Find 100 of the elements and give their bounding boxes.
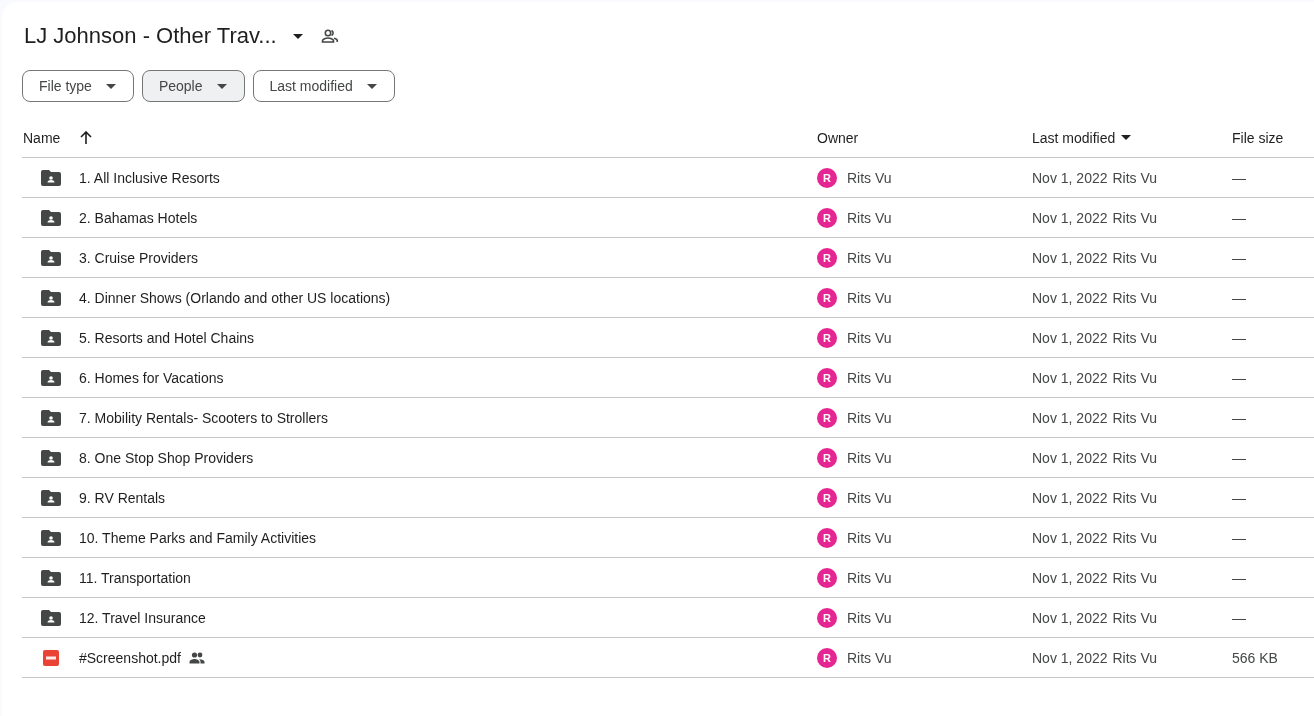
filter-chip[interactable]: People [141, 70, 245, 102]
owner-avatar: R [817, 447, 837, 468]
file-name[interactable]: 8. One Stop Shop Providers [79, 449, 254, 466]
modified-by: Rits Vu [1112, 529, 1158, 546]
file-size: — [1232, 209, 1246, 226]
file-size: — [1232, 249, 1246, 266]
modified-date: Nov 1, 2022 [1032, 649, 1108, 666]
modified-by: Rits Vu [1112, 409, 1158, 426]
column-header[interactable]: Name [23, 129, 61, 146]
shared-folder-icon [40, 289, 61, 306]
modified-date: Nov 1, 2022 [1032, 409, 1108, 426]
owner-name: Rits Vu [847, 329, 892, 346]
modified-date: Nov 1, 2022 [1032, 289, 1108, 306]
modified-by: Rits Vu [1112, 249, 1158, 266]
modified-by: Rits Vu [1112, 329, 1158, 346]
shared-folder-icon [40, 609, 61, 626]
people-icon[interactable] [320, 28, 339, 44]
modified-date: Nov 1, 2022 [1032, 169, 1108, 186]
modified-by: Rits Vu [1112, 209, 1158, 226]
modified-date: Nov 1, 2022 [1032, 529, 1108, 546]
owner-name: Rits Vu [847, 529, 892, 546]
owner-name: Rits Vu [847, 289, 892, 306]
shared-folder-icon [40, 329, 61, 346]
owner-name: Rits Vu [847, 169, 892, 186]
owner-avatar: R [817, 647, 837, 668]
owner-avatar: R [817, 167, 837, 188]
owner-avatar: R [817, 527, 837, 548]
owner-avatar: R [817, 247, 837, 268]
caret-icon [105, 83, 116, 89]
modified-by: Rits Vu [1112, 649, 1158, 666]
shared-folder-icon [40, 529, 61, 546]
file-size: 566 KB [1232, 649, 1278, 666]
owner-avatar: R [817, 607, 837, 628]
owner-name: Rits Vu [847, 569, 892, 586]
file-size: — [1232, 449, 1246, 466]
sort-arrow-up-icon[interactable] [80, 131, 93, 144]
owner-avatar: R [817, 487, 837, 508]
shared-folder-icon [40, 449, 61, 466]
column-header[interactable]: Last modified [1032, 129, 1116, 146]
owner-name: Rits Vu [847, 449, 892, 466]
file-size: — [1232, 489, 1246, 506]
file-size: — [1232, 169, 1246, 186]
modified-by: Rits Vu [1112, 569, 1158, 586]
shared-folder-icon [40, 409, 61, 426]
modified-by: Rits Vu [1112, 289, 1158, 306]
file-size: — [1232, 609, 1246, 626]
file-name[interactable]: 6. Homes for Vacations [79, 369, 224, 386]
modified-date: Nov 1, 2022 [1032, 489, 1108, 506]
modified-date: Nov 1, 2022 [1032, 329, 1108, 346]
owner-name: Rits Vu [847, 249, 892, 266]
file-size: — [1232, 529, 1246, 546]
modified-by: Rits Vu [1112, 489, 1158, 506]
owner-avatar: R [817, 567, 837, 588]
modified-date: Nov 1, 2022 [1032, 209, 1108, 226]
file-name[interactable]: 11. Transportation [79, 569, 191, 586]
file-name[interactable]: 12. Travel Insurance [79, 609, 206, 626]
file-name[interactable]: 1. All Inclusive Resorts [79, 169, 220, 186]
owner-avatar: R [817, 287, 837, 308]
owner-avatar: R [817, 407, 837, 428]
caret-icon [216, 83, 227, 89]
owner-name: Rits Vu [847, 609, 892, 626]
modified-by: Rits Vu [1112, 369, 1158, 386]
file-name[interactable]: 9. RV Rentals [79, 489, 166, 506]
folder-title: LJ Johnson - Other Trav... [24, 23, 277, 49]
file-name[interactable]: #Screenshot.pdf [79, 649, 181, 666]
modified-by: Rits Vu [1112, 609, 1158, 626]
caret-icon[interactable] [1121, 135, 1132, 140]
owner-avatar: R [817, 367, 837, 388]
shared-folder-icon [40, 569, 61, 586]
file-size: — [1232, 369, 1246, 386]
file-name[interactable]: 7. Mobility Rentals- Scooters to Strollers [79, 409, 328, 426]
filter-chip[interactable]: Last modified [252, 70, 395, 102]
file-size: — [1232, 289, 1246, 306]
owner-name: Rits Vu [847, 409, 892, 426]
file-name[interactable]: 3. Cruise Providers [79, 249, 199, 266]
owner-avatar: R [817, 327, 837, 348]
column-header[interactable]: File size [1232, 129, 1284, 146]
modified-date: Nov 1, 2022 [1032, 249, 1108, 266]
file-name[interactable]: 5. Resorts and Hotel Chains [79, 329, 255, 346]
owner-name: Rits Vu [847, 649, 892, 666]
filter-chip[interactable]: File type [22, 70, 134, 102]
file-size: — [1232, 329, 1246, 346]
file-name[interactable]: 2. Bahamas Hotels [79, 209, 198, 226]
owner-avatar: R [817, 207, 837, 228]
shared-folder-icon [40, 249, 61, 266]
owner-name: Rits Vu [847, 209, 892, 226]
modified-date: Nov 1, 2022 [1032, 449, 1108, 466]
file-size: — [1232, 569, 1246, 586]
shared-folder-icon [40, 169, 61, 186]
file-name[interactable]: 10. Theme Parks and Family Activities [79, 529, 317, 546]
shared-folder-icon [40, 369, 61, 386]
pdf-file-icon [42, 649, 59, 666]
modified-date: Nov 1, 2022 [1032, 569, 1108, 586]
file-name[interactable]: 4. Dinner Shows (Orlando and other US locations) [79, 289, 391, 306]
modified-date: Nov 1, 2022 [1032, 609, 1108, 626]
caret-icon[interactable] [292, 33, 303, 39]
modified-by: Rits Vu [1112, 449, 1158, 466]
file-size: — [1232, 409, 1246, 426]
shared-folder-icon [40, 489, 61, 506]
column-header[interactable]: Owner [817, 129, 859, 146]
